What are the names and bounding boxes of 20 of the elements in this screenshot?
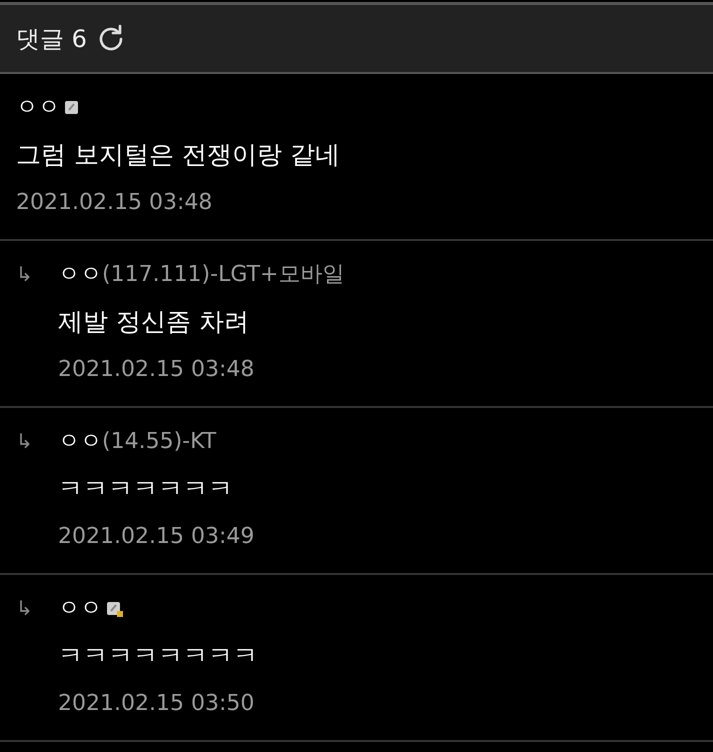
- comment-text: ㅋㅋㅋㅋㅋㅋㅋㅋ: [58, 640, 258, 672]
- user-ip: (14.55)-KT: [102, 428, 216, 456]
- comment-date: 2021.02.15 03:48: [58, 356, 256, 384]
- comment-text: 제발 정신좀 차려: [58, 306, 250, 338]
- reply-arrow: ↳: [16, 595, 34, 622]
- member-badge-icon: [106, 600, 123, 616]
- comment-date: 2021.02.15 03:48: [16, 188, 214, 216]
- user-ip: (117.111)-LGT+모바일: [102, 260, 344, 288]
- user-nickname[interactable]: ㅇㅇ: [58, 258, 102, 290]
- comment-date: 2021.02.15 03:50: [58, 690, 256, 718]
- member-badge-icon: [64, 98, 81, 116]
- reply-arrow: ↳: [16, 428, 34, 455]
- user-nickname[interactable]: ㅇㅇ: [58, 592, 102, 624]
- user-nickname[interactable]: ㅇㅇ: [58, 424, 102, 458]
- comment-date: 2021.02.15 03:49: [58, 522, 254, 550]
- comment-count: 댓글 6: [16, 24, 87, 54]
- user-nickname[interactable]: ㅇㅇ: [16, 90, 60, 124]
- comment-text: ㅋㅋㅋㅋㅋㅋㅋ: [58, 473, 234, 505]
- comment-text: 그럼 보지털은 전쟁이랑 같네: [16, 139, 340, 171]
- reply-arrow: ↳: [16, 261, 34, 288]
